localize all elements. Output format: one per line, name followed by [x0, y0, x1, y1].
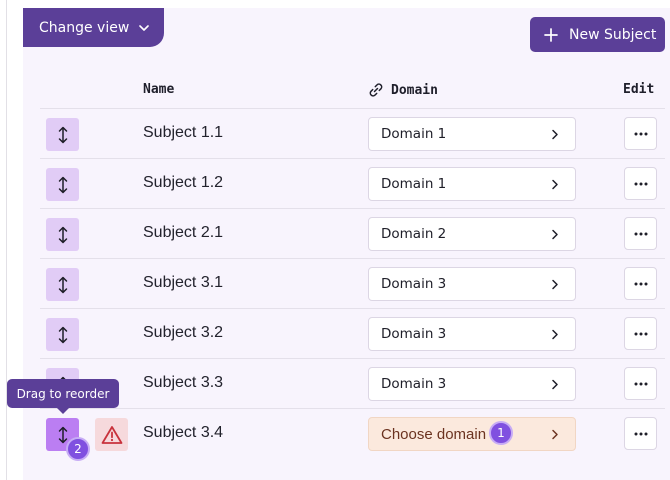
chevron-right-icon: [552, 129, 558, 140]
drag-vertical-icon: [58, 126, 67, 143]
drag-handle[interactable]: [46, 168, 79, 201]
table-row: Subject 2.1 Domain 2: [40, 208, 665, 258]
drag-vertical-icon: [58, 176, 67, 193]
warning-indicator: [95, 418, 128, 451]
domain-label: Domain 1: [381, 176, 447, 192]
chevron-right-icon: [552, 229, 558, 240]
domain-select-button[interactable]: Domain 3: [368, 317, 576, 351]
more-horizontal-icon: [634, 332, 647, 335]
drag-handle[interactable]: [46, 118, 79, 151]
warning-triangle-icon: [101, 425, 122, 444]
edit-menu-button[interactable]: [624, 317, 657, 350]
chevron-down-icon: [139, 24, 150, 31]
more-horizontal-icon: [634, 132, 647, 135]
chevron-right-icon: [552, 179, 558, 190]
edit-menu-button[interactable]: [624, 367, 657, 400]
domain-label: Choose domain: [381, 425, 487, 443]
plus-icon: [544, 27, 558, 42]
domain-select-button[interactable]: Domain 1: [368, 117, 576, 151]
step-badge-1: 1: [489, 421, 513, 445]
domain-select-button[interactable]: Domain 2: [368, 217, 576, 251]
more-horizontal-icon: [634, 182, 647, 185]
drag-vertical-icon: [58, 226, 67, 243]
domain-select-button[interactable]: Domain 1: [368, 167, 576, 201]
new-subject-button[interactable]: New Subject: [530, 17, 665, 52]
chevron-right-icon: [552, 429, 558, 440]
column-header-name: Name: [143, 82, 175, 97]
column-header-edit: Edit: [623, 82, 655, 97]
drag-handle[interactable]: [46, 218, 79, 251]
edit-menu-button[interactable]: [624, 267, 657, 300]
chevron-right-icon: [552, 279, 558, 290]
domain-label: Domain 2: [381, 226, 447, 242]
link-icon: [369, 83, 383, 97]
column-header-domain: Domain: [368, 82, 438, 98]
drag-vertical-icon: [58, 326, 67, 343]
subject-name: Subject 3.2: [143, 324, 224, 341]
more-horizontal-icon: [634, 232, 647, 235]
subject-name: Subject 1.2: [143, 174, 224, 191]
more-horizontal-icon: [634, 432, 647, 435]
choose-domain-button[interactable]: Choose domain: [368, 417, 576, 451]
drag-handle[interactable]: [46, 268, 79, 301]
domain-select-button[interactable]: Domain 3: [368, 367, 576, 401]
drag-handle[interactable]: [46, 318, 79, 351]
domain-label: Domain 3: [381, 376, 447, 392]
edit-menu-button[interactable]: [624, 417, 657, 450]
column-header-domain-label: Domain: [391, 82, 438, 98]
table-row: Subject 1.2 Domain 1: [40, 158, 665, 208]
left-divider: [6, 0, 7, 480]
chevron-right-icon: [552, 329, 558, 340]
subject-name: Subject 3.4: [143, 424, 224, 441]
edit-menu-button[interactable]: [624, 217, 657, 250]
table-row: Subject 3.3 Domain 3: [40, 358, 665, 408]
subject-name: Subject 3.1: [143, 274, 224, 291]
drag-vertical-icon: [58, 276, 67, 293]
table-row: Subject 3.2 Domain 3: [40, 308, 665, 358]
subject-name: Subject 3.3: [143, 374, 224, 391]
drag-vertical-icon: [58, 426, 67, 443]
new-subject-label: New Subject: [569, 26, 657, 43]
subject-name: Subject 1.1: [143, 124, 224, 141]
chevron-right-icon: [552, 379, 558, 390]
domain-label: Domain 1: [381, 126, 447, 142]
table-row: Subject 1.1 Domain 1: [40, 108, 665, 158]
more-horizontal-icon: [634, 282, 647, 285]
subject-name: Subject 2.1: [143, 224, 224, 241]
change-view-label: Change view: [39, 19, 130, 36]
more-horizontal-icon: [634, 382, 647, 385]
drag-tooltip: Drag to reorder: [7, 379, 119, 414]
domain-select-button[interactable]: Domain 3: [368, 267, 576, 301]
step-badge-2: 2: [66, 437, 90, 461]
domain-label: Domain 3: [381, 276, 447, 292]
table-row: Subject 3.4 Choose domain: [40, 408, 665, 458]
table-row: Subject 3.1 Domain 3: [40, 258, 665, 308]
edit-menu-button[interactable]: [624, 117, 657, 150]
change-view-button[interactable]: Change view: [23, 8, 164, 47]
domain-label: Domain 3: [381, 326, 447, 342]
edit-menu-button[interactable]: [624, 167, 657, 200]
